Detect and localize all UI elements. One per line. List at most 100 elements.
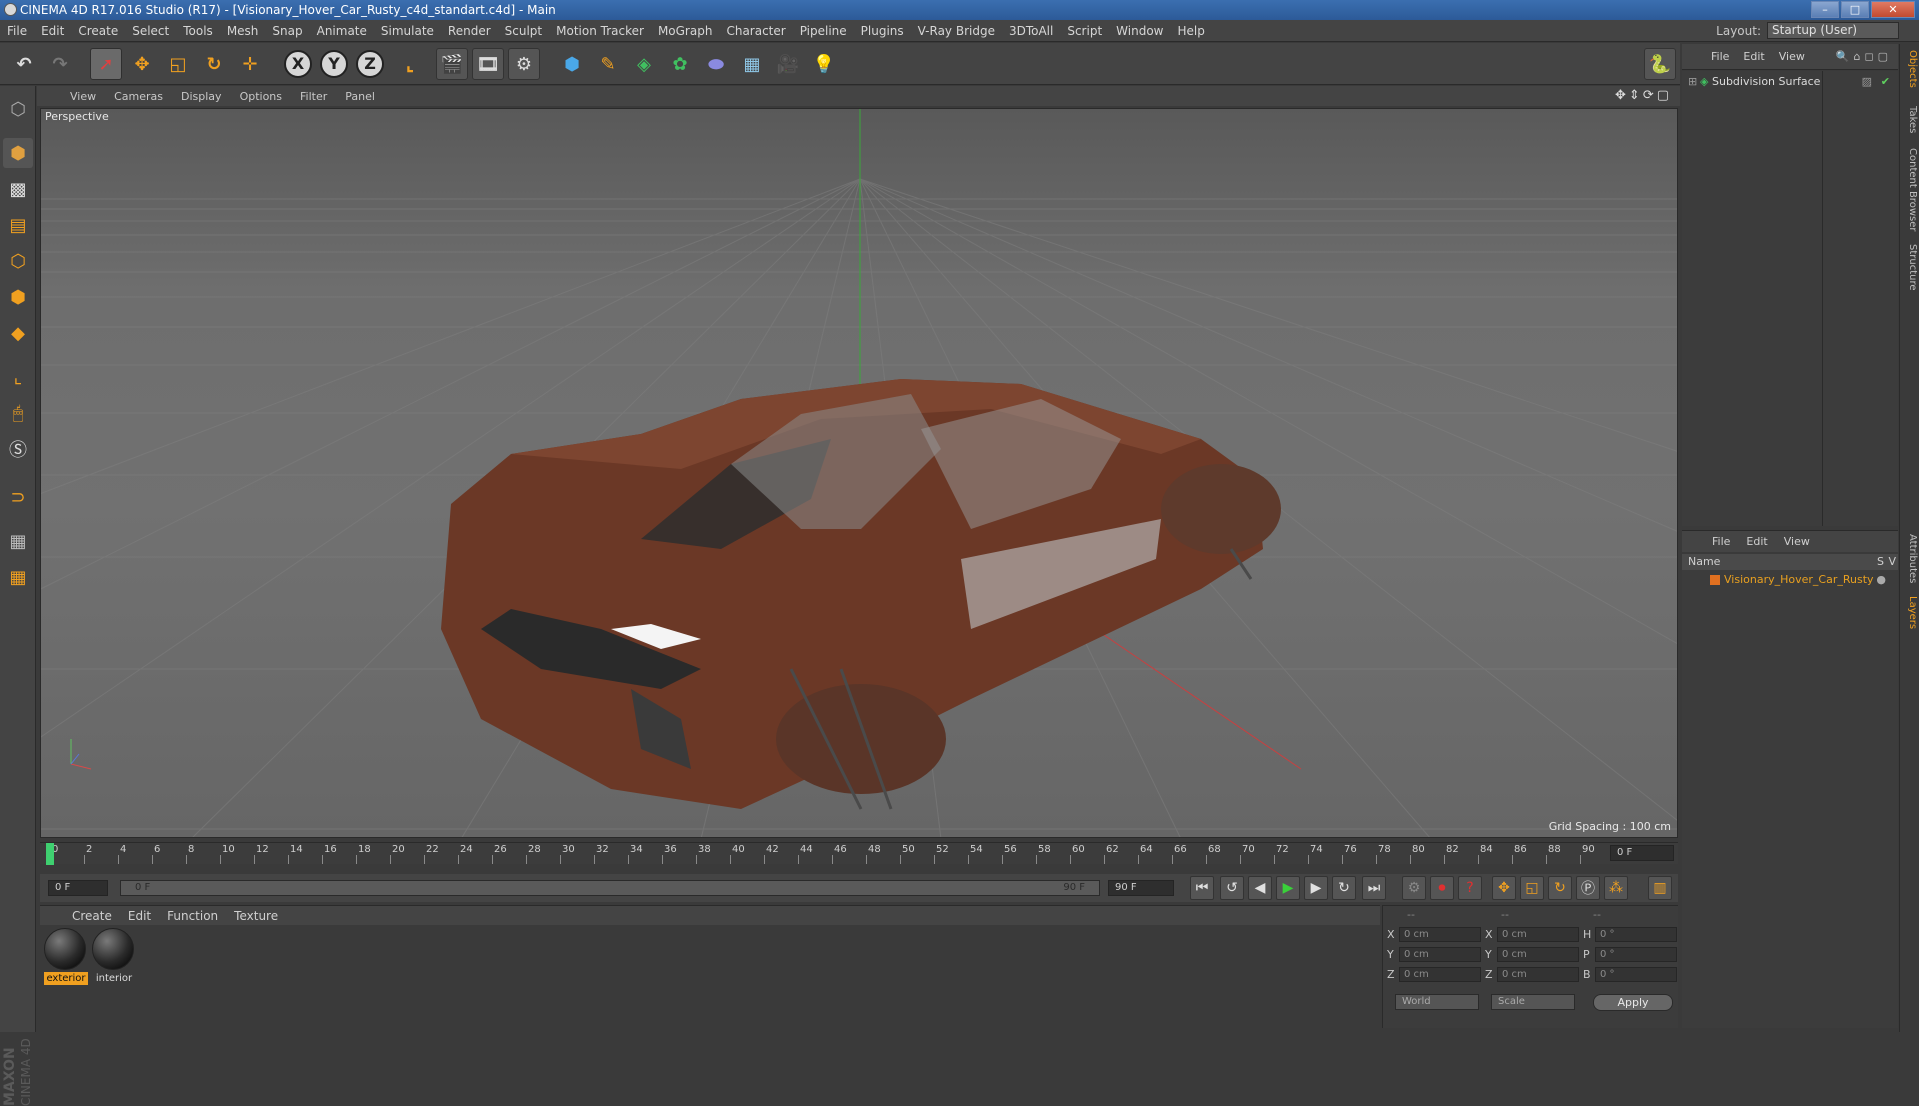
polygons-mode-icon[interactable]: ◆ (3, 318, 33, 348)
perspective-viewport[interactable]: Perspective Grid Spacing : 100 cm (40, 108, 1678, 838)
material-interior[interactable]: interior (92, 928, 136, 988)
menu-select[interactable]: Select (125, 24, 176, 38)
tweak-mode-icon[interactable]: 🖱 (3, 398, 33, 428)
render-view-icon[interactable]: 🎬 (436, 48, 468, 80)
rotate-icon[interactable]: ↻ (198, 48, 230, 80)
material-exterior[interactable]: exterior (44, 928, 88, 988)
menu-help[interactable]: Help (1170, 24, 1211, 38)
tab-objects[interactable]: Objects (1902, 50, 1918, 88)
menu-simulate[interactable]: Simulate (374, 24, 441, 38)
minimize-button[interactable]: – (1811, 1, 1839, 18)
z-axis-lock-icon[interactable]: Z (354, 48, 386, 80)
menu-snap[interactable]: Snap (265, 24, 309, 38)
start-frame-field[interactable]: 0 F (48, 880, 108, 896)
camera-icon[interactable]: 🎥 (772, 48, 804, 80)
size-z-field[interactable]: 0 cm (1497, 967, 1579, 982)
key-scale-icon[interactable]: ◱ (1520, 876, 1544, 900)
maximize-button[interactable]: □ (1841, 1, 1869, 18)
object-manager-tool-icons[interactable]: 🔍⌂◻▢ (1836, 50, 1892, 63)
position-y-field[interactable]: 0 cm (1399, 947, 1481, 962)
deformer-icon[interactable]: ⬬ (700, 48, 732, 80)
coordinate-space-dropdown[interactable]: World (1395, 994, 1479, 1010)
frame-range-slider[interactable]: 0 F 90 F (120, 880, 1100, 896)
key-pla-icon[interactable]: ⁂ (1604, 876, 1628, 900)
viewport-menu-view[interactable]: View (61, 90, 105, 103)
timeline-window-icon[interactable]: ▥ (1648, 876, 1672, 900)
menu-character[interactable]: Character (719, 24, 792, 38)
previous-key-icon[interactable]: ↺ (1220, 876, 1244, 900)
python-icon[interactable]: 🐍 (1644, 48, 1676, 80)
texture-mode-icon[interactable]: ▩ (3, 174, 33, 204)
tag-icon[interactable]: ▨ (1862, 74, 1872, 90)
workplane-mode-icon[interactable]: ▤ (3, 210, 33, 240)
viewport-menu-filter[interactable]: Filter (291, 90, 336, 103)
viewport-menu-display[interactable]: Display (172, 90, 231, 103)
menu-plugins[interactable]: Plugins (854, 24, 911, 38)
previous-frame-icon[interactable]: ◀ (1248, 876, 1272, 900)
timeline-ruler[interactable]: 0 2 4 6 8 10 12 14 16 18 20 22 24 26 28 30 32 34 36 38 40 42 4… (40, 842, 1678, 865)
layer-menu-file[interactable]: File (1704, 535, 1738, 548)
make-editable-icon[interactable]: ⬡ (3, 94, 33, 124)
axis-mode-icon[interactable]: ⌞ (3, 362, 33, 392)
floor-scene-icon[interactable]: ▦ (736, 48, 768, 80)
layer-menu-edit[interactable]: Edit (1738, 535, 1775, 548)
rotation-b-field[interactable]: 0 ° (1595, 967, 1677, 982)
menu-3dtoall[interactable]: 3DToAll (1002, 24, 1060, 38)
menu-window[interactable]: Window (1109, 24, 1170, 38)
object-menu-edit[interactable]: Edit (1736, 50, 1771, 63)
object-menu-file[interactable]: File (1704, 50, 1736, 63)
layer-menu-view[interactable]: View (1776, 535, 1818, 548)
viewport-nav-icons[interactable]: ✥⇕⟳▢ (1615, 88, 1672, 103)
edges-mode-icon[interactable]: ⬢ (3, 282, 33, 312)
undo-icon[interactable]: ↶ (8, 48, 40, 80)
menu-mesh[interactable]: Mesh (220, 24, 266, 38)
key-position-icon[interactable]: ✥ (1492, 876, 1516, 900)
expand-icon[interactable]: ⊞ (1688, 74, 1697, 90)
menu-vray-bridge[interactable]: V-Ray Bridge (911, 24, 1002, 38)
viewport-menu-options[interactable]: Options (231, 90, 291, 103)
close-button[interactable]: ✕ (1871, 1, 1915, 18)
tab-content-browser[interactable]: Content Browser (1902, 148, 1918, 231)
current-frame-field[interactable]: 0 F (1610, 845, 1674, 861)
go-to-start-icon[interactable]: ⏮ (1190, 876, 1214, 900)
go-to-end-icon[interactable]: ⏭ (1362, 876, 1386, 900)
material-menu-function[interactable]: Function (159, 909, 226, 923)
move-icon[interactable]: ✥ (126, 48, 158, 80)
autokey-icon[interactable]: ⏺ (1430, 876, 1454, 900)
viewport-menu-cameras[interactable]: Cameras (105, 90, 172, 103)
live-selection-icon[interactable]: ➚ (90, 48, 122, 80)
size-mode-dropdown[interactable]: Scale (1491, 994, 1575, 1010)
enabled-check-icon[interactable]: ✔ (1881, 74, 1890, 90)
planar-workplane-icon[interactable]: ▦ (3, 562, 33, 592)
spline-pen-icon[interactable]: ✎ (592, 48, 624, 80)
keyframe-selection-icon[interactable]: ? (1458, 876, 1482, 900)
light-icon[interactable]: 💡 (808, 48, 840, 80)
array-mograph-icon[interactable]: ✿ (664, 48, 696, 80)
workplane-lock-icon[interactable]: ▦ (3, 526, 33, 556)
layout-dropdown[interactable]: Startup (User) (1767, 22, 1899, 39)
tab-structure[interactable]: Structure (1902, 244, 1918, 291)
x-axis-lock-icon[interactable]: X (282, 48, 314, 80)
record-active-icon[interactable]: ⚙ (1402, 876, 1426, 900)
model-mode-icon[interactable]: ⬢ (3, 138, 33, 168)
rotation-p-field[interactable]: 0 ° (1595, 947, 1677, 962)
play-icon[interactable]: ▶ (1276, 876, 1300, 900)
viewport-menu-panel[interactable]: Panel (336, 90, 384, 103)
scale-icon[interactable]: ◱ (162, 48, 194, 80)
layer-color-swatch[interactable] (1710, 575, 1720, 585)
subdivision-surface-icon[interactable]: ◈ (628, 48, 660, 80)
apply-button[interactable]: Apply (1593, 994, 1673, 1011)
size-x-field[interactable]: 0 cm (1497, 927, 1579, 942)
layer-row[interactable]: Visionary_Hover_Car_Rusty ● (1682, 572, 1898, 588)
render-picture-viewer-icon[interactable]: 🎞 (472, 48, 504, 80)
key-parameter-icon[interactable]: Ⓟ (1576, 876, 1600, 900)
next-key-icon[interactable]: ↻ (1332, 876, 1356, 900)
menu-pipeline[interactable]: Pipeline (793, 24, 854, 38)
position-z-field[interactable]: 0 cm (1399, 967, 1481, 982)
next-frame-icon[interactable]: ▶ (1304, 876, 1328, 900)
tab-layers[interactable]: Layers (1902, 596, 1918, 629)
menu-tools[interactable]: Tools (176, 24, 220, 38)
key-rotation-icon[interactable]: ↻ (1548, 876, 1572, 900)
points-mode-icon[interactable]: ⬡ (3, 246, 33, 276)
recent-tool-icon[interactable]: ✛ (234, 48, 266, 80)
